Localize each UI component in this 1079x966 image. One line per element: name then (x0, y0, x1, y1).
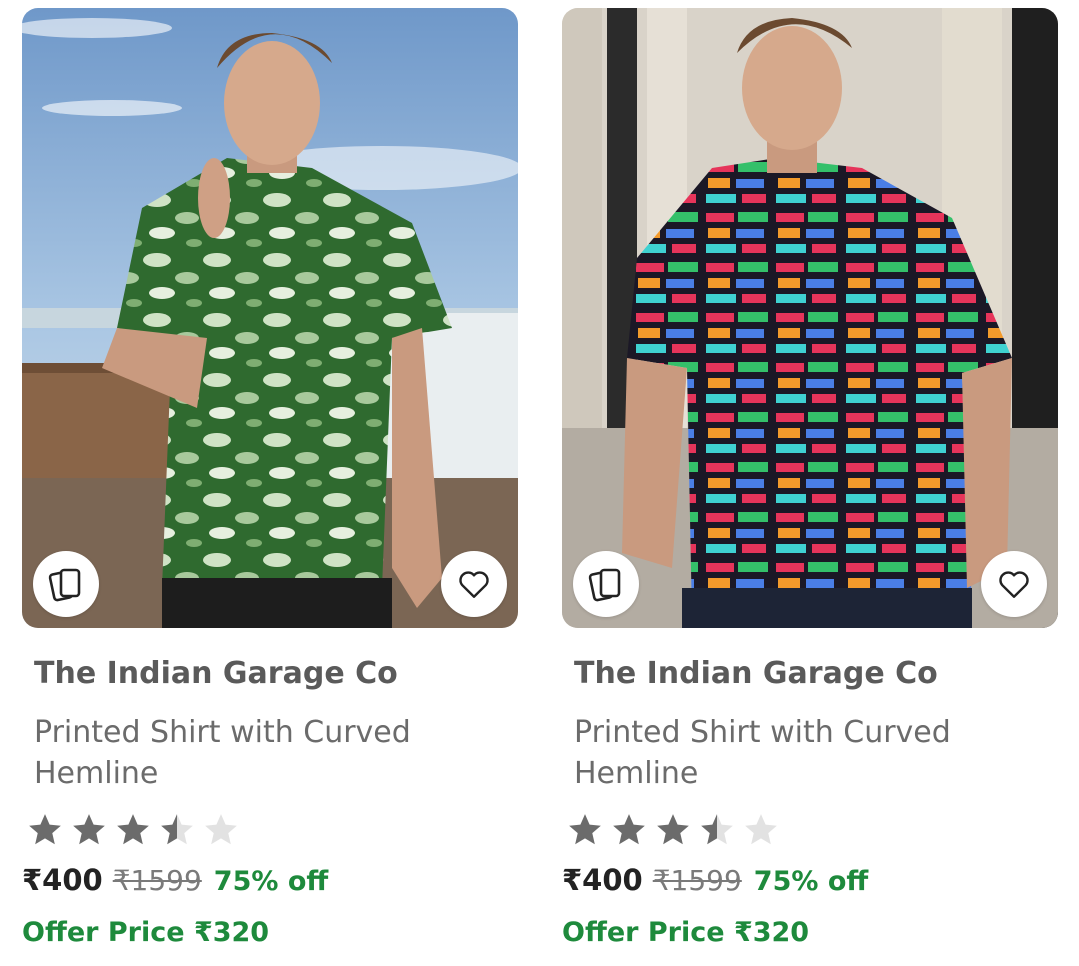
star-filled-icon (73, 814, 105, 845)
selling-price: ₹400 (22, 863, 103, 897)
rating-stars (26, 811, 518, 851)
discount-badge: 75% off (753, 866, 869, 897)
discount-badge: 75% off (213, 866, 329, 897)
product-title: Printed Shirt with Curved Hemline (574, 715, 951, 791)
offer-label: Offer Price (22, 917, 185, 948)
star-filled-icon (117, 814, 149, 845)
similar-products-icon (588, 568, 621, 602)
product-brand: The Indian Garage Co (574, 656, 938, 691)
product-title: Printed Shirt with Curved Hemline (34, 715, 411, 791)
offer-price: Offer Price ₹320 (562, 915, 1058, 951)
product-photo (22, 8, 518, 628)
price-row: ₹400 ₹1599 75% off (22, 863, 518, 903)
product-grid: The Indian Garage Co Printed Shirt with … (0, 0, 1079, 966)
star-half-icon (701, 814, 733, 845)
product-image[interactable] (562, 8, 1058, 628)
offer-price: Offer Price ₹320 (22, 915, 518, 951)
heart-icon (999, 571, 1029, 598)
similar-products-icon (48, 568, 81, 602)
selling-price: ₹400 (562, 863, 643, 897)
star-empty-icon (745, 814, 777, 845)
wishlist-button[interactable] (441, 551, 507, 617)
similar-products-button[interactable] (573, 551, 639, 617)
product-photo (562, 8, 1058, 628)
product-brand: The Indian Garage Co (34, 656, 398, 691)
rating-stars (566, 811, 1058, 851)
offer-label: Offer Price (562, 917, 725, 948)
offer-value: ₹320 (733, 917, 810, 948)
product-card[interactable]: The Indian Garage Co Printed Shirt with … (562, 8, 1058, 951)
similar-products-button[interactable] (33, 551, 99, 617)
star-half-icon (161, 814, 193, 845)
heart-icon (459, 571, 489, 598)
original-price: ₹1599 (652, 864, 742, 897)
product-card[interactable]: The Indian Garage Co Printed Shirt with … (22, 8, 518, 951)
original-price: ₹1599 (112, 864, 202, 897)
price-row: ₹400 ₹1599 75% off (562, 863, 1058, 903)
star-empty-icon (205, 814, 237, 845)
star-filled-icon (657, 814, 689, 845)
star-filled-icon (29, 814, 61, 845)
star-filled-icon (569, 814, 601, 845)
offer-value: ₹320 (193, 917, 270, 948)
wishlist-button[interactable] (981, 551, 1047, 617)
star-filled-icon (613, 814, 645, 845)
product-image[interactable] (22, 8, 518, 628)
